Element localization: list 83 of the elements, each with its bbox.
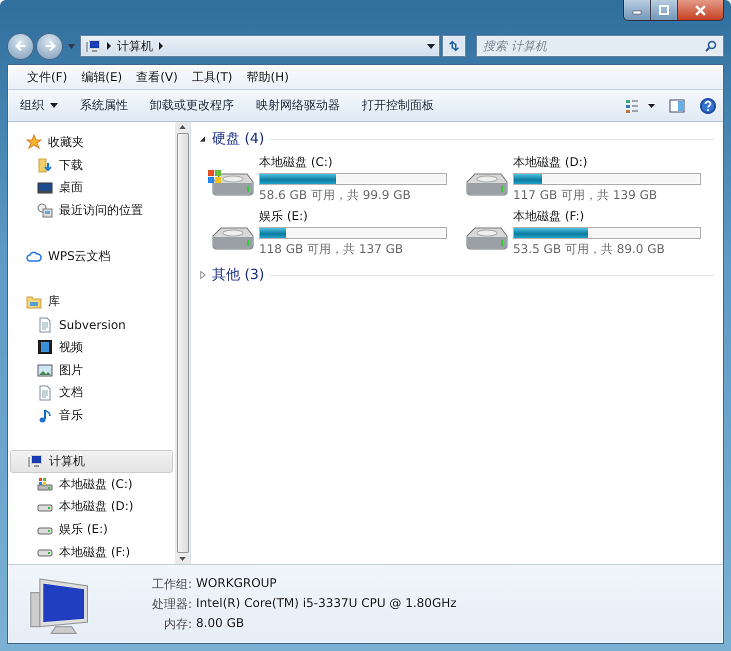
back-button[interactable] (7, 32, 34, 60)
maximize-icon (659, 5, 669, 15)
detail-value: WORKGROUP (196, 576, 278, 592)
group-header[interactable]: 硬盘 (4) (199, 128, 715, 150)
detail-value: Intel(R) Core(TM) i5-3337U CPU @ 1.80GHz (196, 596, 457, 612)
search-icon (705, 40, 717, 52)
sidebar-item[interactable]: 本地磁盘 (D:) (10, 496, 173, 518)
document-icon (37, 384, 53, 401)
sidebar-item[interactable]: WPS云文档 (10, 244, 173, 268)
detail-label: 工作组: (152, 576, 192, 592)
sidebar-item[interactable]: 娱乐 (E:) (10, 518, 173, 542)
drive-name[interactable]: 娱乐 (E:) (259, 208, 447, 225)
close-icon (695, 4, 706, 16)
toolbar-button[interactable]: 映射网络驱动器 (256, 97, 340, 114)
sidebar-item[interactable]: 本地磁盘 (C:) (10, 472, 173, 496)
drive-space-text: 118 GB 可用，共 137 GB (259, 241, 404, 258)
system-drive-icon (37, 476, 53, 492)
detail-value: 8.00 GB (196, 616, 246, 632)
dropdown-caret-icon (50, 103, 58, 108)
breadcrumb-arrow-icon (159, 42, 163, 50)
help-button[interactable] (699, 96, 717, 114)
breadcrumb-arrow-icon (107, 42, 111, 50)
back-arrow-icon (14, 39, 28, 53)
drive-name[interactable]: 本地磁盘 (F:) (513, 208, 701, 225)
sidebar-item[interactable]: 视频 (10, 336, 173, 359)
music-note-icon (37, 408, 53, 424)
close-button[interactable] (678, 0, 723, 20)
desktop-icon (37, 180, 53, 196)
breadcrumb-item[interactable]: 计算机 (117, 38, 153, 54)
toolbar-button[interactable]: 系统属性 (80, 97, 128, 114)
search-field[interactable]: 搜索 计算机 (476, 35, 724, 57)
sidebar-item[interactable]: 最近访问的位置 (10, 199, 173, 222)
scroll-down-icon[interactable] (179, 557, 186, 561)
menu-item[interactable]: 查看(V) (129, 68, 185, 86)
computer-icon (85, 38, 101, 54)
dropdown-caret-icon[interactable] (427, 44, 435, 48)
scroll-up-icon[interactable] (179, 125, 186, 129)
refresh-icon (447, 39, 461, 53)
sidebar-item[interactable]: 库 (10, 290, 173, 314)
folder-icon (26, 294, 42, 310)
download-folder-icon (37, 157, 53, 174)
menu-item[interactable]: 文件(F) (20, 68, 74, 86)
menu-item[interactable]: 工具(T) (184, 68, 240, 86)
menu-item[interactable]: 编辑(E) (74, 68, 130, 86)
sidebar-item[interactable]: 桌面 (10, 176, 173, 200)
forward-button[interactable] (36, 32, 63, 60)
computer-icon (27, 453, 43, 470)
toolbar-button[interactable]: 卸载或更改程序 (150, 97, 234, 114)
sidebar-item[interactable]: 收藏夹 (10, 131, 173, 154)
view-options-button[interactable] (625, 98, 655, 114)
image-icon (37, 362, 53, 378)
sidebar-item[interactable]: 文档 (10, 382, 173, 404)
detail-label: 处理器: (152, 596, 192, 612)
sidebar-item[interactable]: 下载 (10, 154, 173, 177)
sidebar-item[interactable]: 图片 (10, 358, 173, 382)
menu-item[interactable]: 帮助(H) (240, 68, 296, 86)
scrollbar[interactable] (175, 122, 190, 564)
sidebar-item[interactable]: 本地磁盘 (F:) (10, 541, 173, 564)
drive-name[interactable]: 本地磁盘 (C:) (259, 154, 447, 171)
address-bar[interactable]: 计算机 (80, 35, 440, 57)
drive-name[interactable]: 本地磁盘 (D:) (513, 154, 701, 171)
preview-pane-button[interactable] (669, 98, 685, 114)
group-header[interactable]: 其他 (3) (199, 264, 715, 286)
drive-space-text: 53.5 GB 可用，共 89.0 GB (513, 241, 666, 258)
drive-space-text: 117 GB 可用，共 139 GB (513, 187, 658, 204)
maximize-button[interactable] (651, 0, 678, 20)
expand-icon[interactable] (199, 271, 206, 279)
collapse-icon[interactable] (199, 135, 206, 143)
forward-arrow-icon (42, 39, 56, 53)
sidebar-item[interactable]: 计算机 (10, 450, 173, 473)
detail-label: 内存: (163, 616, 192, 632)
film-icon (37, 339, 53, 356)
recent-pages-caret-icon[interactable] (68, 44, 75, 48)
star-icon (26, 134, 42, 150)
toolbar-button[interactable]: 组织 (20, 97, 58, 114)
document-icon (37, 316, 53, 333)
refresh-button[interactable] (442, 35, 466, 57)
sidebar-item[interactable]: Subversion (10, 313, 173, 336)
minimize-button[interactable] (624, 0, 651, 20)
recent-places-icon (37, 202, 53, 219)
toolbar-button[interactable]: 打开控制面板 (362, 97, 434, 114)
sidebar-item[interactable]: 音乐 (10, 404, 173, 428)
drive-space-text: 58.6 GB 可用，共 99.9 GB (259, 187, 412, 204)
